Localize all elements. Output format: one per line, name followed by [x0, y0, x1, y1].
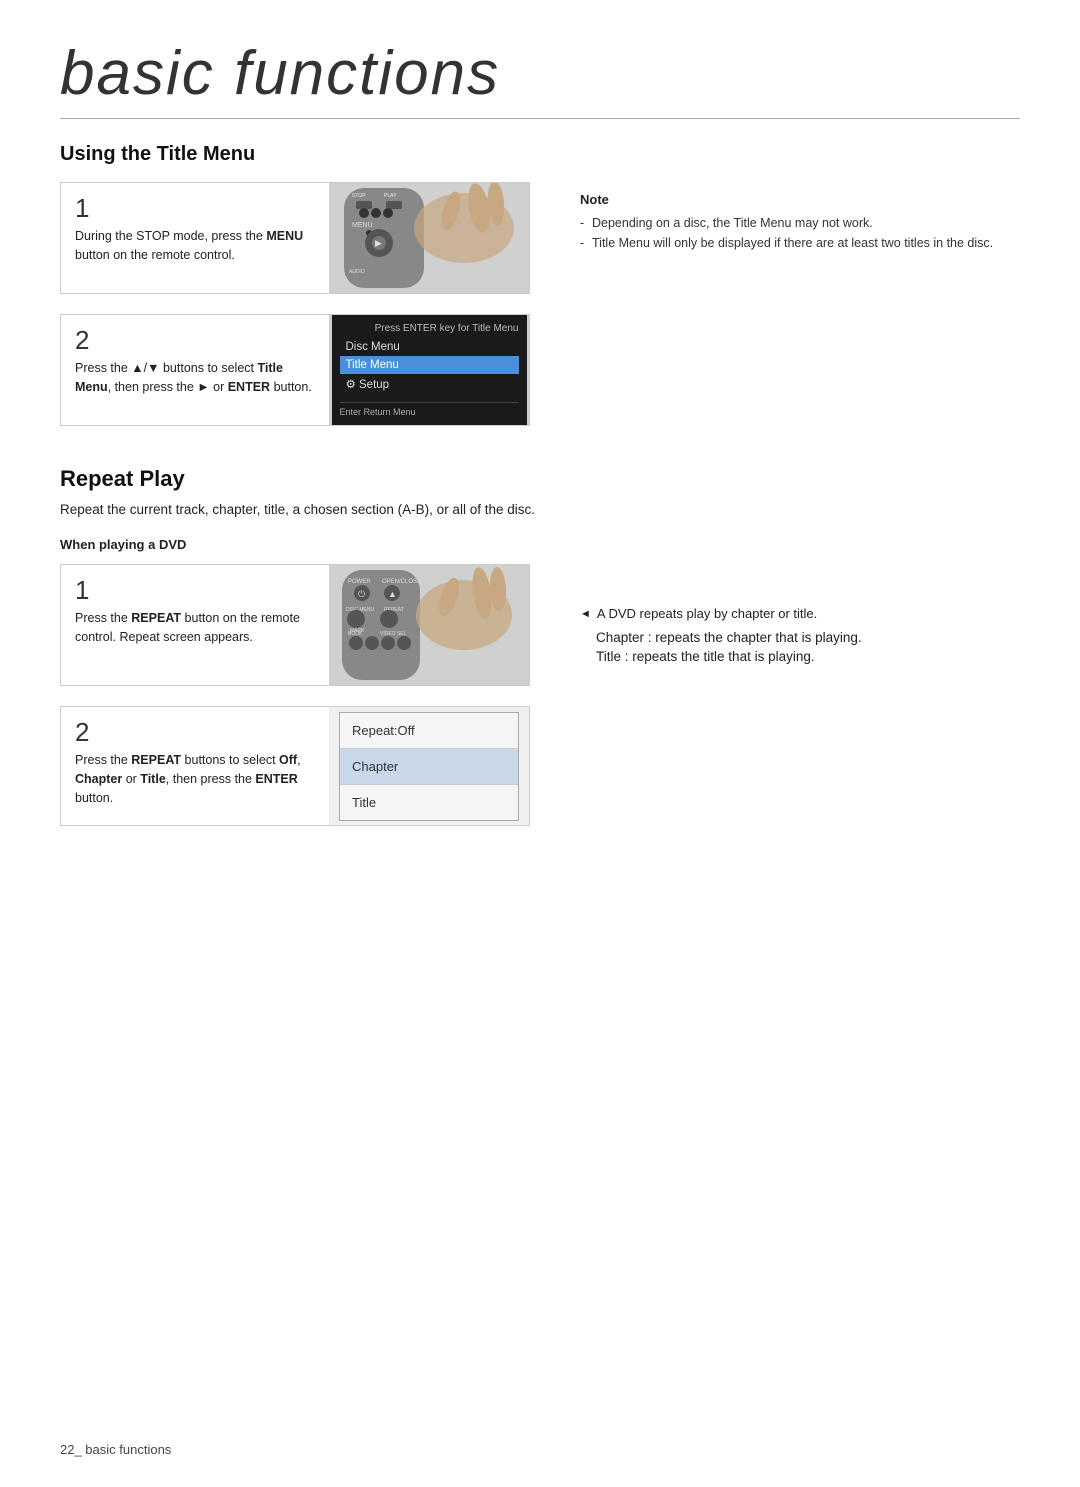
remote-svg-1: MENU ▶	[334, 183, 524, 293]
repeat-play-right: ◄ A DVD repeats play by chapter or title…	[580, 564, 1020, 836]
step-1-left: 1 During the STOP mode, press the MENU b…	[61, 183, 329, 293]
svg-text:STOP: STOP	[352, 193, 366, 199]
repeat-off-row: Repeat:Off	[340, 713, 518, 749]
svg-text:AUDIO: AUDIO	[349, 269, 365, 275]
step-2-text: Press the ▲/▼ buttons to select Title Me…	[75, 359, 315, 397]
step-2-left: 2 Press the ▲/▼ buttons to select Title …	[61, 315, 329, 425]
note-item-1: Depending on a disc, the Title Menu may …	[580, 213, 1020, 233]
step-1-number: 1	[75, 195, 315, 221]
repeat-step-1-block: 1 Press the REPEAT button on the remote …	[60, 564, 530, 686]
repeat-notes-sub: Chapter : repeats the chapter that is pl…	[596, 630, 1020, 664]
repeat-note-title: Title : repeats the title that is playin…	[596, 649, 1020, 664]
dvd-label: When playing a DVD	[60, 537, 1020, 552]
title-menu-content: 1 During the STOP mode, press the MENU b…	[60, 182, 1020, 436]
note-block: Note Depending on a disc, the Title Menu…	[580, 192, 1020, 253]
repeat-note-1: ◄ A DVD repeats play by chapter or title…	[580, 604, 1020, 624]
step-1-text: During the STOP mode, press the MENU but…	[75, 227, 315, 265]
repeat-play-left: 1 Press the REPEAT button on the remote …	[60, 564, 550, 836]
repeat-description: Repeat the current track, chapter, title…	[60, 502, 1020, 517]
title-menu-right: Note Depending on a disc, the Title Menu…	[580, 182, 1020, 436]
remote-svg-2: POWER OPEN/CLOSE ⏻ ▲ DISC MENU REPE	[334, 565, 524, 685]
repeat-note-text-1: A DVD repeats play by chapter or title.	[597, 604, 817, 624]
svg-text:VIDEO SEL: VIDEO SEL	[380, 631, 407, 637]
note-title: Note	[580, 192, 1020, 207]
repeat-step-2-image: Repeat:Off Chapter Title	[329, 707, 529, 825]
disc-menu-screen: Press ENTER key for Title Menu Disc Menu…	[332, 315, 527, 425]
svg-text:POWER: POWER	[348, 579, 371, 585]
title-menu-left: 1 During the STOP mode, press the MENU b…	[60, 182, 550, 436]
repeat-step-2-number: 2	[75, 719, 315, 745]
step-2-block: 2 Press the ▲/▼ buttons to select Title …	[60, 314, 530, 426]
setup-menu-item: ⚙ Setup	[340, 374, 519, 394]
repeat-step-2-text: Press the REPEAT buttons to select Off, …	[75, 751, 315, 807]
repeat-chapter-row: Chapter	[340, 749, 518, 785]
repeat-step-2-block: 2 Press the REPEAT buttons to select Off…	[60, 706, 530, 826]
repeat-note-chapter: Chapter : repeats the chapter that is pl…	[596, 630, 1020, 645]
note-list: Depending on a disc, the Title Menu may …	[580, 213, 1020, 253]
repeat-step-1-number: 1	[75, 577, 315, 603]
step-2-image: Press ENTER key for Title Menu Disc Menu…	[329, 315, 529, 425]
svg-text:▲: ▲	[388, 589, 397, 599]
svg-text:⏻: ⏻	[358, 589, 365, 599]
repeat-screen: Repeat:Off Chapter Title	[339, 712, 519, 821]
page-footer: 22_ basic functions	[60, 1442, 171, 1457]
screen-footer: Enter Return Menu	[340, 402, 519, 417]
svg-text:OPEN/CLOSE: OPEN/CLOSE	[382, 579, 421, 585]
title-menu-item: Title Menu	[340, 356, 519, 374]
note-item-2: Title Menu will only be displayed if the…	[580, 233, 1020, 253]
screen-header: Press ENTER key for Title Menu	[340, 323, 519, 334]
repeat-step-1-left: 1 Press the REPEAT button on the remote …	[61, 565, 329, 685]
setup-icon: ⚙	[346, 379, 356, 391]
svg-text:▶: ▶	[375, 238, 382, 248]
repeat-title-row: Title	[340, 785, 518, 820]
title-menu-heading: Using the Title Menu	[60, 143, 1020, 166]
repeat-play-heading: Repeat Play	[60, 466, 1020, 492]
step-2-number: 2	[75, 327, 315, 353]
step-1-block: 1 During the STOP mode, press the MENU b…	[60, 182, 530, 294]
repeat-step-1-image: POWER OPEN/CLOSE ⏻ ▲ DISC MENU REPE	[329, 565, 529, 685]
svg-text:MARK: MARK	[350, 628, 365, 634]
step-1-image: MENU ▶	[329, 183, 529, 293]
title-menu-steps: 1 During the STOP mode, press the MENU b…	[60, 182, 550, 436]
repeat-play-section: Repeat Play Repeat the current track, ch…	[60, 466, 1020, 836]
page-container: basic functions Using the Title Menu 1 D…	[0, 0, 1080, 916]
svg-text:MENU: MENU	[352, 222, 373, 229]
page-title: basic functions	[60, 40, 1020, 119]
title-menu-section: Using the Title Menu 1 During the STOP m…	[60, 143, 1020, 436]
disc-menu-item: Disc Menu	[340, 338, 519, 356]
repeat-step-1-text: Press the REPEAT button on the remote co…	[75, 609, 315, 647]
repeat-play-content: 1 Press the REPEAT button on the remote …	[60, 564, 1020, 836]
repeat-step-2-left: 2 Press the REPEAT buttons to select Off…	[61, 707, 329, 825]
bullet-icon-1: ◄	[580, 606, 591, 624]
repeat-play-steps: 1 Press the REPEAT button on the remote …	[60, 564, 550, 836]
svg-text:PLAY: PLAY	[384, 193, 397, 199]
